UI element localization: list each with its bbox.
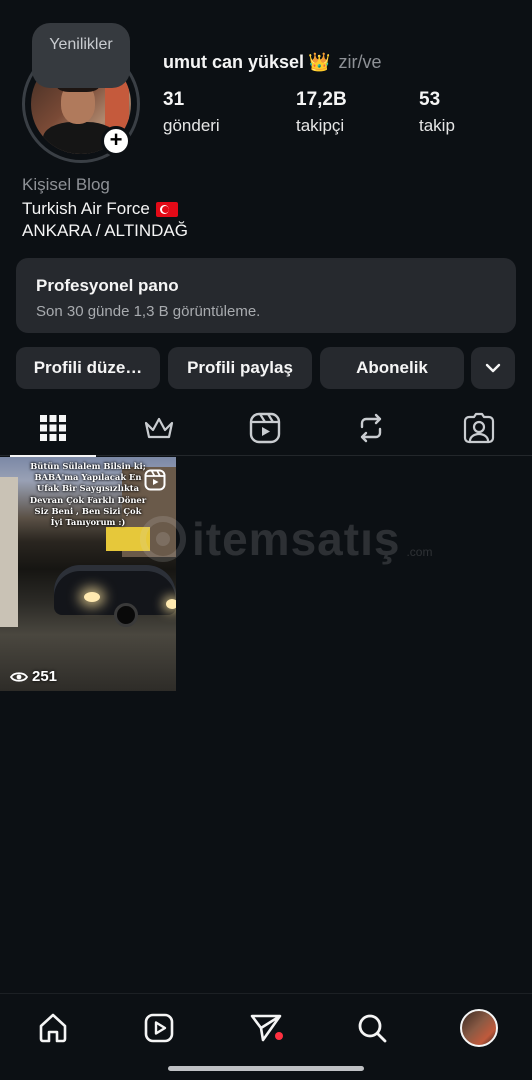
home-indicator: [168, 1066, 364, 1071]
nav-search[interactable]: [354, 1010, 390, 1046]
home-icon: [39, 1013, 67, 1043]
tagged-icon: [463, 412, 495, 444]
subscription-button[interactable]: Abonelik: [320, 347, 464, 389]
edit-profile-button[interactable]: Profili düze…: [16, 347, 160, 389]
share-profile-button[interactable]: Profili paylaş: [168, 347, 312, 389]
pro-panel-title: Profesyonel pano: [36, 276, 179, 295]
stat-following-value: 53: [419, 89, 441, 110]
tab-subscriber-content[interactable]: [106, 400, 212, 456]
stat-posts[interactable]: 31 gönderi: [163, 89, 220, 136]
watermark-suffix: .com: [406, 545, 433, 559]
stat-followers-value: 17,2B: [296, 89, 347, 110]
profile-handle: zir/ve: [338, 52, 382, 72]
reel-badge-icon: [144, 469, 166, 491]
turkey-flag-icon: [155, 201, 178, 217]
username: umut can yüksel: [163, 52, 305, 72]
note-bubble[interactable]: Yenilikler: [32, 23, 130, 88]
crown-icon: [144, 417, 174, 439]
post-thumbnail[interactable]: Bütün Sülalem Bilsin ki; BABA'ma Yapılac…: [0, 457, 176, 691]
nav-profile[interactable]: [458, 1007, 500, 1049]
stat-following[interactable]: 53 takip: [419, 89, 455, 136]
watermark-text: itemsatış: [192, 513, 401, 565]
profile-tabs: [0, 400, 532, 457]
suggested-accounts-button[interactable]: [471, 347, 515, 389]
reels-icon: [144, 1013, 174, 1043]
watermark: itemsatış .com: [140, 512, 432, 566]
grid-icon: [40, 415, 66, 441]
post-views: 251: [10, 668, 57, 685]
watermark-logo-icon: [140, 516, 186, 562]
reels-icon: [249, 412, 281, 444]
tab-tagged[interactable]: [426, 400, 532, 456]
stat-followers[interactable]: 17,2B takipçi: [296, 89, 347, 136]
pro-panel-subtitle: Son 30 günde 1,3 B görüntüleme.: [36, 303, 261, 320]
profile-category: Kişisel Blog: [22, 175, 110, 194]
nav-reels[interactable]: [141, 1010, 177, 1046]
username-row: umut can yüksel 👑 zir/ve: [163, 52, 381, 73]
crown-emoji: 👑: [308, 52, 331, 72]
profile-avatar: [460, 1009, 498, 1047]
stat-following-label: takip: [419, 116, 455, 135]
bio-line-1: Turkish Air Force: [22, 199, 178, 219]
post-caption: Bütün Sülalem Bilsin ki; BABA'ma Yapılac…: [29, 461, 147, 528]
bio-line-1-text: Turkish Air Force: [22, 199, 150, 218]
tab-reposts[interactable]: [318, 400, 424, 456]
note-text: Yenilikler: [49, 36, 113, 53]
professional-dashboard[interactable]: Profesyonel pano Son 30 günde 1,3 B görü…: [16, 258, 516, 333]
tab-reels[interactable]: [212, 400, 318, 456]
stat-followers-label: takipçi: [296, 116, 345, 135]
post-view-count: 251: [32, 668, 58, 685]
nav-direct[interactable]: [248, 1010, 284, 1046]
eye-icon: [10, 671, 28, 682]
tab-posts[interactable]: [0, 400, 106, 457]
add-story-icon[interactable]: +: [101, 126, 131, 156]
notification-dot: [275, 1032, 283, 1040]
bio-line-2: ANKARA / ALTINDAĞ: [22, 221, 188, 240]
repost-icon: [360, 413, 382, 443]
stat-posts-label: gönderi: [163, 116, 220, 135]
nav-home[interactable]: [35, 1010, 71, 1046]
chevron-down-icon: [485, 363, 501, 373]
search-icon: [358, 1014, 387, 1043]
stat-posts-value: 31: [163, 89, 185, 110]
